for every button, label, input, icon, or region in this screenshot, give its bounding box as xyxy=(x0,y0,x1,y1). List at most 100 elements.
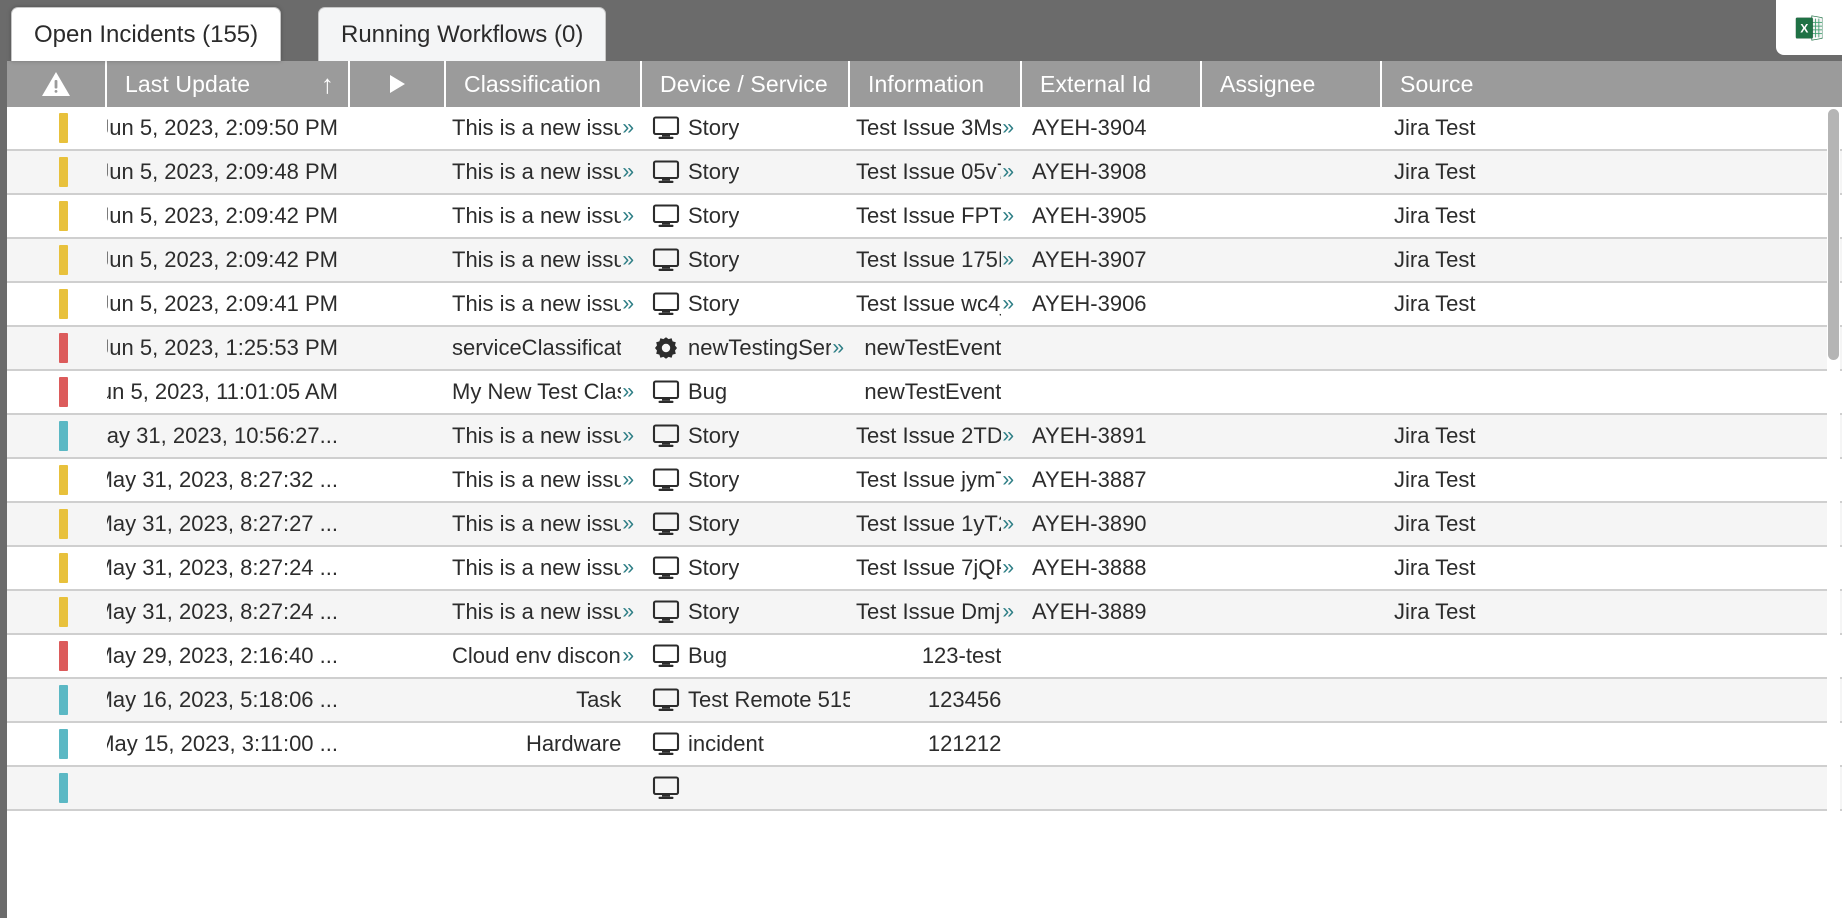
external-id-cell xyxy=(1022,767,1202,809)
expand-classification-icon[interactable]: » xyxy=(622,644,634,668)
column-header-play[interactable] xyxy=(350,61,446,107)
table-row[interactable]: May 31, 2023, 10:56:27... This is a new i… xyxy=(7,415,1842,459)
table-row[interactable]: May 29, 2023, 2:16:40 ... Cloud env disco… xyxy=(7,635,1842,679)
expand-classification-icon[interactable]: » xyxy=(622,424,634,448)
expand-information-icon[interactable]: » xyxy=(1002,292,1014,316)
column-header-source[interactable]: Source xyxy=(1382,61,1822,107)
source-value: Jira Test xyxy=(1394,423,1476,448)
table-row[interactable]: Jun 5, 2023, 1:25:53 PM serviceClassifica… xyxy=(7,327,1842,371)
table-row[interactable]: Jun 5, 2023, 2:09:48 PM This is a new iss… xyxy=(7,151,1842,195)
play-cell[interactable] xyxy=(350,107,446,149)
information-value: newTestEvent xyxy=(864,335,1002,360)
expand-classification-icon[interactable]: » xyxy=(622,556,634,580)
last-update-cell: Jun 5, 2023, 2:09:42 PM xyxy=(107,195,350,237)
external-id-cell: AYEH-3906 xyxy=(1022,283,1202,325)
expand-information-icon[interactable]: » xyxy=(1002,468,1014,492)
column-header-information[interactable]: Information xyxy=(850,61,1022,107)
tab-running-workflows[interactable]: Running Workflows (0) xyxy=(318,7,607,61)
information-value: Test Issue 1yT25... xyxy=(856,511,1001,536)
table-row[interactable]: May 15, 2023, 3:11:00 ... Hardware» incide… xyxy=(7,723,1842,767)
severity-cell xyxy=(7,503,107,545)
expand-classification-icon[interactable]: » xyxy=(622,160,634,184)
assignee-cell xyxy=(1202,415,1382,457)
expand-information-icon[interactable]: » xyxy=(1002,204,1014,228)
expand-device-icon[interactable]: » xyxy=(832,336,844,360)
last-update-value: Jun 5, 2023, 1:25:53 PM xyxy=(107,335,338,360)
expand-information-icon[interactable]: » xyxy=(1002,556,1014,580)
play-cell[interactable] xyxy=(350,327,446,369)
expand-information-icon[interactable]: » xyxy=(1002,160,1014,184)
play-cell[interactable] xyxy=(350,151,446,193)
external-id-cell: AYEH-3888 xyxy=(1022,547,1202,589)
play-cell[interactable] xyxy=(350,767,446,809)
last-update-value: May 31, 2023, 8:27:27 ... xyxy=(107,511,338,536)
sort-ascending-icon[interactable]: ↑ xyxy=(321,71,334,97)
classification-value: My New Test Class.. xyxy=(452,379,621,404)
play-cell[interactable] xyxy=(350,679,446,721)
expand-classification-icon[interactable]: » xyxy=(622,292,634,316)
table-row[interactable]: Jun 5, 2023, 2:09:42 PM This is a new iss… xyxy=(7,239,1842,283)
expand-information-icon[interactable]: » xyxy=(1002,424,1014,448)
assignee-cell xyxy=(1202,591,1382,633)
last-update-value: May 31, 2023, 8:27:32 ... xyxy=(107,467,338,492)
play-cell[interactable] xyxy=(350,591,446,633)
classification-cell: This is a new issue..» xyxy=(446,547,642,589)
expand-classification-icon[interactable]: » xyxy=(622,380,634,404)
column-header-assignee[interactable]: Assignee xyxy=(1202,61,1382,107)
expand-classification-icon[interactable]: » xyxy=(622,204,634,228)
last-update-cell: May 31, 2023, 8:27:32 ... xyxy=(107,459,350,501)
play-cell[interactable] xyxy=(350,635,446,677)
last-update-value: May 31, 2023, 10:56:27... xyxy=(107,423,338,448)
device-service-value: Bug xyxy=(688,643,728,668)
last-update-value: Jun 5, 2023, 2:09:50 PM xyxy=(107,115,338,140)
assignee-cell xyxy=(1202,151,1382,193)
play-cell[interactable] xyxy=(350,503,446,545)
play-cell[interactable] xyxy=(350,547,446,589)
external-id-cell: AYEH-3890 xyxy=(1022,503,1202,545)
last-update-value: May 31, 2023, 8:27:24 ... xyxy=(107,555,338,580)
scrollbar-thumb[interactable] xyxy=(1828,109,1839,360)
expand-classification-icon[interactable]: » xyxy=(622,116,634,140)
column-header-classification[interactable]: Classification xyxy=(446,61,642,107)
table-row[interactable]: May 16, 2023, 5:18:06 ... Task» Test Remot… xyxy=(7,679,1842,723)
table-row[interactable]: Jun 5, 2023, 2:09:50 PM This is a new iss… xyxy=(7,107,1842,151)
external-id-value: AYEH-3905 xyxy=(1032,203,1147,228)
play-cell[interactable] xyxy=(350,371,446,413)
severity-bar xyxy=(59,333,68,363)
table-row[interactable]: May 31, 2023, 8:27:32 ... This is a new i… xyxy=(7,459,1842,503)
play-cell[interactable] xyxy=(350,415,446,457)
play-cell[interactable] xyxy=(350,283,446,325)
expand-information-icon[interactable]: » xyxy=(1002,512,1014,536)
table-row[interactable]: Jun 5, 2023, 2:09:42 PM This is a new iss… xyxy=(7,195,1842,239)
expand-classification-icon[interactable]: » xyxy=(622,512,634,536)
play-cell[interactable] xyxy=(350,723,446,765)
play-cell[interactable] xyxy=(350,239,446,281)
column-header-device-service[interactable]: Device / Service xyxy=(642,61,850,107)
assignee-cell xyxy=(1202,503,1382,545)
tab-open-incidents[interactable]: Open Incidents (155) xyxy=(11,7,282,61)
assignee-cell xyxy=(1202,679,1382,721)
expand-information-icon[interactable]: » xyxy=(1002,116,1014,140)
table-row[interactable]: May 31, 2023, 8:27:24 ... This is a new i… xyxy=(7,547,1842,591)
expand-information-icon[interactable]: » xyxy=(1002,248,1014,272)
export-to-excel-button[interactable]: X xyxy=(1776,0,1842,55)
vertical-scrollbar[interactable] xyxy=(1827,107,1840,918)
monitor-icon xyxy=(652,248,680,271)
table-row[interactable]: May 31, 2023, 8:27:24 ... This is a new i… xyxy=(7,591,1842,635)
monitor-icon xyxy=(652,556,680,579)
expand-classification-icon[interactable]: » xyxy=(622,468,634,492)
table-row[interactable]: May 31, 2023, 8:27:27 ... This is a new i… xyxy=(7,503,1842,547)
play-cell[interactable] xyxy=(350,195,446,237)
table-row[interactable]: Jun 5, 2023, 2:09:41 PM This is a new iss… xyxy=(7,283,1842,327)
column-header-last-update[interactable]: Last Update ↑ xyxy=(107,61,350,107)
table-row[interactable]: Jun 5, 2023, 11:01:05 AM My New Test Clas… xyxy=(7,371,1842,415)
expand-information-icon[interactable]: » xyxy=(1002,600,1014,624)
column-header-external-id[interactable]: External Id xyxy=(1022,61,1202,107)
expand-classification-icon[interactable]: » xyxy=(622,248,634,272)
table-row[interactable]: »» xyxy=(7,767,1842,811)
column-header-severity[interactable] xyxy=(7,61,107,107)
play-cell[interactable] xyxy=(350,459,446,501)
monitor-icon xyxy=(652,380,680,403)
expand-classification-icon[interactable]: » xyxy=(622,600,634,624)
classification-cell: This is a new issue..» xyxy=(446,239,642,281)
